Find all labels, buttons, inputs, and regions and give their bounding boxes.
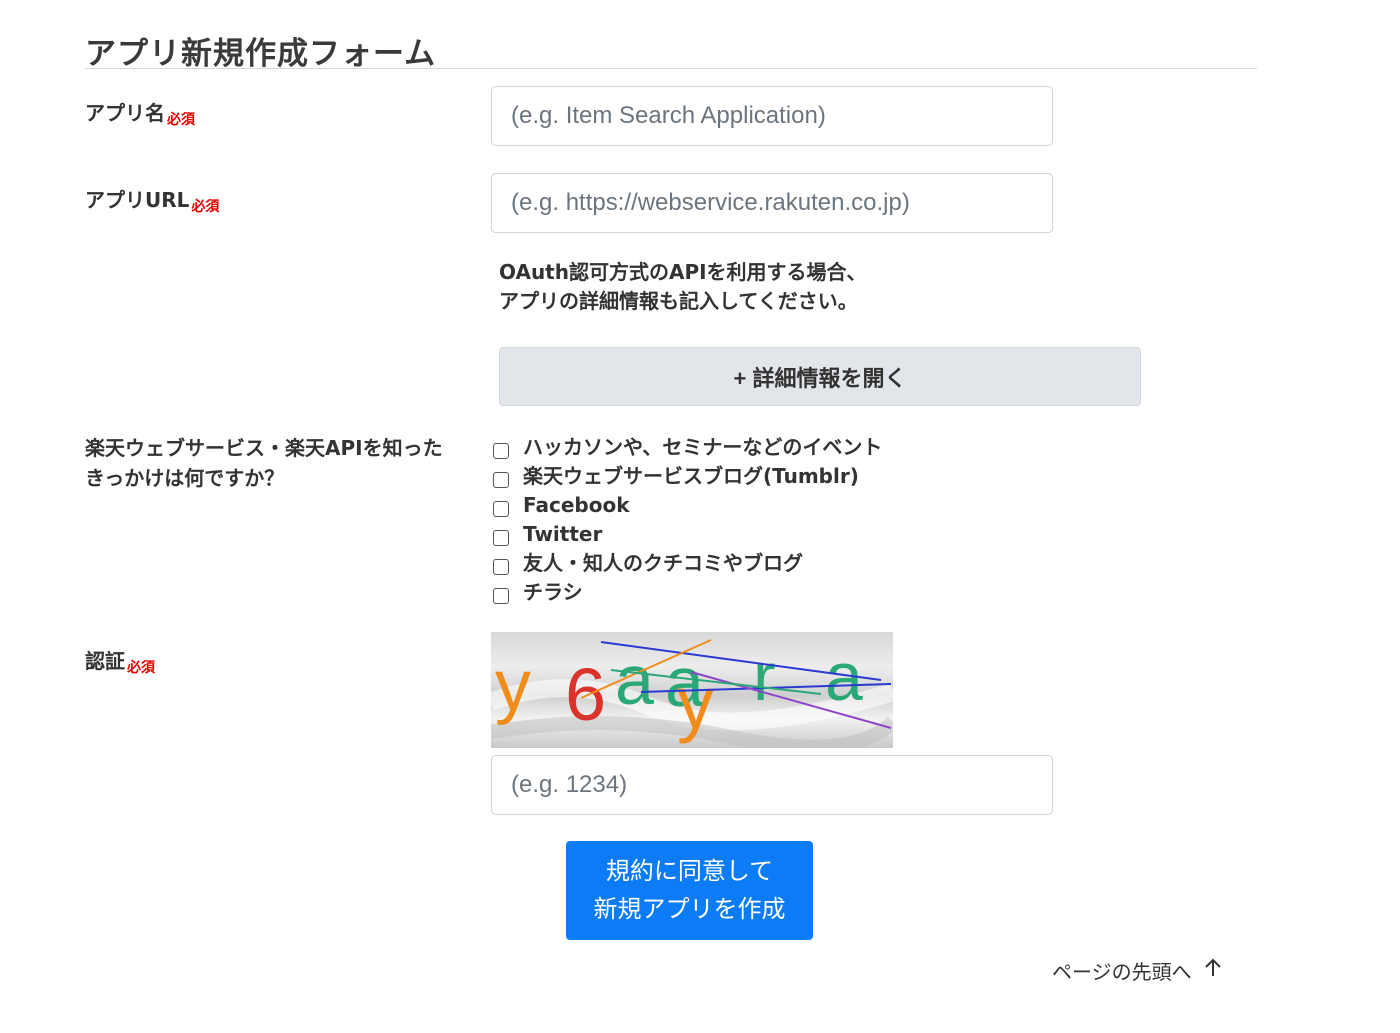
captcha-label: 認証 必須 — [85, 646, 155, 679]
source-option[interactable]: 楽天ウェブサービスブログ(Tumblr) — [491, 462, 882, 491]
checkbox[interactable] — [493, 558, 509, 575]
source-option[interactable]: Twitter — [491, 520, 882, 549]
app-url-label: アプリURL 必須 — [85, 185, 219, 218]
checkbox-label[interactable]: ハッカソンや、セミナーなどのイベント — [523, 433, 882, 462]
captcha-image: y 6 a a y r a — [491, 632, 893, 748]
svg-text:y: y — [495, 646, 531, 726]
checkbox[interactable] — [493, 587, 509, 604]
source-option[interactable]: 友人・知人のクチコミやブログ — [491, 549, 882, 578]
source-option[interactable]: チラシ — [491, 578, 882, 607]
required-badge: 必須 — [191, 199, 220, 215]
agree-and-create-button[interactable]: 規約に同意して 新規アプリを作成 — [566, 841, 813, 940]
required-badge: 必須 — [127, 660, 155, 676]
back-to-top-label: ページの先頭へ — [1052, 960, 1192, 984]
svg-text:r: r — [753, 639, 776, 715]
page-title: アプリ新規作成フォーム — [85, 36, 437, 72]
checkbox[interactable] — [493, 471, 509, 488]
back-to-top-link[interactable]: ページの先頭へ — [1052, 956, 1222, 985]
submit-line-1: 規約に同意して — [605, 857, 774, 885]
oauth-note: OAuth認可方式のAPIを利用する場合、アプリの詳細情報も記入してください。 — [499, 260, 867, 313]
arrow-up-icon — [1204, 958, 1222, 983]
app-url-input[interactable] — [491, 173, 1053, 233]
checkbox[interactable] — [493, 529, 509, 546]
title-divider — [85, 68, 1257, 69]
svg-text:6: 6 — [565, 653, 606, 736]
app-url-label-text: アプリURL — [85, 188, 190, 212]
source-option[interactable]: Facebook — [491, 491, 882, 520]
source-option[interactable]: ハッカソンや、セミナーなどのイベント — [491, 433, 882, 462]
captcha-label-text: 認証 — [85, 649, 125, 673]
checkbox-label[interactable]: チラシ — [523, 578, 583, 607]
app-name-label: アプリ名 必須 — [85, 98, 195, 131]
source-checkbox-list: ハッカソンや、セミナーなどのイベント 楽天ウェブサービスブログ(Tumblr) … — [491, 433, 882, 607]
submit-line-2: 新規アプリを作成 — [593, 895, 786, 923]
checkbox-label[interactable]: 友人・知人のクチコミやブログ — [523, 549, 803, 578]
checkbox[interactable] — [493, 500, 509, 517]
source-question-label: 楽天ウェブサービス・楽天APIを知ったきっかけは何ですか？ — [85, 436, 443, 490]
app-create-page: アプリ新規作成フォーム アプリ名必須 アプリURL必須 OAuth認可方式のAP… — [0, 0, 1400, 1033]
app-name-input[interactable] — [491, 86, 1053, 146]
captcha-graphic: y 6 a a y r a — [491, 639, 893, 748]
checkbox[interactable] — [493, 442, 509, 459]
checkbox-label[interactable]: Facebook — [523, 491, 630, 520]
checkbox-label[interactable]: Twitter — [523, 520, 602, 549]
app-name-label-text: アプリ名 — [85, 101, 165, 125]
checkbox-label[interactable]: 楽天ウェブサービスブログ(Tumblr) — [523, 462, 859, 491]
required-badge: 必須 — [167, 112, 195, 128]
open-details-button[interactable]: + 詳細情報を開く — [499, 347, 1141, 406]
captcha-input[interactable] — [491, 755, 1053, 815]
